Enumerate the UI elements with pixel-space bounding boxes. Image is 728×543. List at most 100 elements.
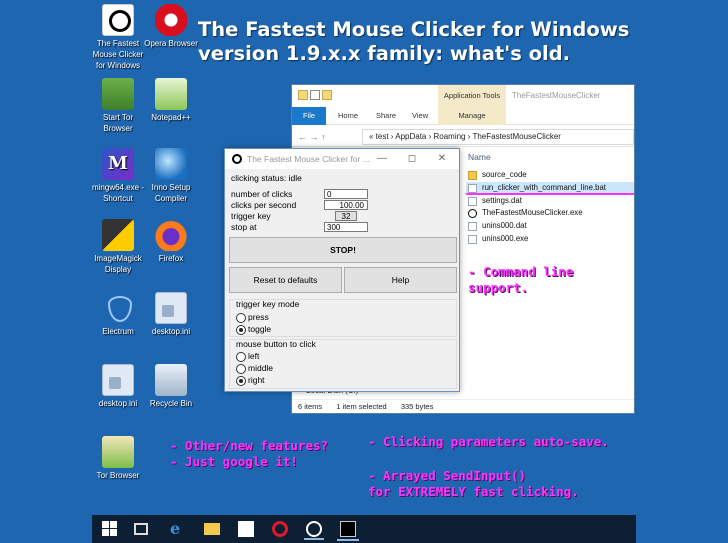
explorer-window-title: TheFastestMouseClicker — [512, 91, 601, 100]
stop-at-field[interactable]: 300 — [324, 222, 368, 232]
notepad-icon — [155, 78, 187, 110]
radio-press[interactable]: press — [236, 312, 269, 323]
minimize-icon[interactable]: — — [375, 152, 389, 166]
tor-browser-icon — [102, 436, 134, 468]
param-label: number of clicks — [231, 189, 293, 199]
desktop-icon-notepad[interactable]: Notepad++ — [142, 78, 200, 123]
task-view-icon[interactable] — [134, 523, 148, 535]
note-line: - Other/new features? — [170, 438, 329, 453]
trigger-key-button[interactable]: 32 — [335, 211, 357, 221]
file-row[interactable]: settings.dat — [466, 195, 634, 208]
recycle-bin-icon — [155, 364, 187, 396]
dialog-title: The Fastest Mouse Clicker for ... — [247, 154, 370, 164]
maximize-icon[interactable]: ◻ — [405, 152, 419, 166]
note-line: for EXTREMELY fast clicking. — [368, 484, 579, 499]
address-bar[interactable]: « test › AppData › Roaming › TheFastestM… — [362, 129, 634, 145]
file-name: unins000.dat — [482, 221, 527, 231]
desktop-icon-label: Firefox — [158, 254, 184, 263]
command-prompt-icon[interactable] — [337, 521, 359, 541]
reset-to-defaults-button[interactable]: Reset to defaults — [229, 267, 342, 293]
desktop-icon-inno-setup[interactable]: Inno Setup Compiler — [142, 148, 200, 204]
desktop-icon-label: Recycle Bin — [149, 399, 193, 408]
tab-manage[interactable]: Manage — [438, 107, 506, 125]
desktop-icon-electrum[interactable]: Electrum — [89, 292, 147, 337]
param-row: trigger key 32 — [229, 211, 453, 222]
desktop-icon-recycle-bin[interactable]: Recycle Bin — [142, 364, 200, 409]
column-header-name[interactable]: Name — [468, 152, 491, 162]
firefox-icon — [155, 219, 187, 251]
store-icon[interactable] — [238, 521, 254, 537]
radio-toggle[interactable]: toggle — [236, 324, 271, 335]
start-button-windows-icon[interactable] — [102, 521, 118, 537]
file-name: settings.dat — [482, 195, 522, 205]
folder-icon[interactable] — [298, 90, 308, 100]
desktop-icon-label: ImageMagick Display — [94, 254, 142, 274]
note-line: support. — [468, 280, 529, 295]
desktop-icon-firefox[interactable]: Firefox — [142, 219, 200, 264]
desktop-icon-mingw[interactable]: M mingw64.exe - Shortcut — [89, 148, 147, 204]
mouse-clicker-taskbar-icon[interactable] — [304, 521, 324, 540]
dialog-title-bar[interactable]: The Fastest Mouse Clicker for ... — ◻ ✕ — [225, 149, 459, 169]
number-of-clicks-field[interactable]: 0 — [324, 189, 368, 199]
file-explorer-icon[interactable] — [204, 523, 220, 535]
desktop-icon-imagemagick[interactable]: ImageMagick Display — [89, 219, 147, 275]
clicker-dialog[interactable]: The Fastest Mouse Clicker for ... — ◻ ✕ … — [224, 148, 460, 392]
tab-view[interactable]: View — [412, 107, 428, 125]
batch-file-icon — [468, 183, 477, 193]
file-icon — [468, 196, 477, 206]
msys-icon: M — [102, 148, 134, 180]
note-other-features: - Other/new features? - Just google it! — [170, 438, 328, 470]
folder-icon — [468, 171, 477, 180]
mouse-clicker-icon — [102, 4, 134, 36]
desktop-icon-desktop-ini[interactable]: desktop.ini — [142, 292, 200, 337]
desktop-icon-opera[interactable]: Opera Browser — [142, 4, 200, 49]
explorer-title-bar[interactable]: Application Tools TheFastestMouseClicker — [292, 85, 634, 107]
file-row[interactable]: run_clicker_with_command_line.bat — [466, 181, 634, 195]
note-line: - Arrayed SendInput() — [368, 468, 527, 483]
radio-left[interactable]: left — [236, 351, 259, 362]
file-name: TheFastestMouseClicker.exe — [482, 208, 583, 218]
close-icon[interactable]: ✕ — [435, 152, 449, 166]
tab-share[interactable]: Share — [376, 107, 396, 125]
mouse-clicker-icon — [232, 154, 242, 164]
note-line: - Command line — [468, 264, 574, 279]
desktop-icon-start-tor[interactable]: Start Tor Browser — [89, 78, 147, 134]
file-row[interactable]: TheFastestMouseClicker.exe — [466, 207, 634, 220]
param-row: clicks per second 100.00 — [229, 200, 453, 211]
inno-setup-icon — [155, 148, 187, 180]
file-row[interactable]: unins000.dat — [466, 220, 634, 233]
status-selected: 1 item selected — [336, 402, 387, 411]
desktop-icon-mouse-clicker[interactable]: The Fastest Mouse Clicker for Windows — [89, 4, 147, 71]
param-row: number of clicks 0 — [229, 189, 453, 200]
folder-icon[interactable] — [322, 90, 332, 100]
stop-button[interactable]: STOP! — [229, 237, 457, 263]
edge-browser-icon[interactable]: e — [170, 521, 186, 537]
file-row[interactable]: source_code — [466, 169, 634, 182]
clicking-status: clicking status: idle — [231, 173, 302, 183]
desktop-icon-label: Tor Browser — [96, 471, 140, 480]
checkbox-icon[interactable] — [310, 90, 320, 100]
desktop-icon-tor-browser[interactable]: Tor Browser — [89, 436, 147, 481]
headline-line-2: version 1.9.x.x family: what's old. — [198, 42, 571, 65]
note-command-line: - Command line support. — [468, 264, 573, 296]
param-row: stop at 300 — [229, 222, 453, 233]
opera-icon — [155, 4, 187, 36]
group-title: trigger key mode — [236, 299, 300, 309]
desktop-icon-desktop-ini[interactable]: desktop.ini — [89, 364, 147, 409]
electrum-icon — [102, 292, 134, 324]
radio-middle[interactable]: middle — [236, 363, 273, 374]
desktop-icon-label: Inno Setup Compiler — [151, 183, 191, 203]
navigation-arrows-icon[interactable]: ← → ↑ — [292, 129, 358, 145]
group-title: mouse button to click — [236, 339, 316, 349]
opera-icon[interactable] — [272, 521, 288, 537]
tab-file[interactable]: File — [292, 107, 326, 125]
tab-home[interactable]: Home — [338, 107, 358, 125]
radio-right[interactable]: right — [236, 375, 265, 386]
parameters: number of clicks 0 clicks per second 100… — [229, 189, 453, 233]
file-row[interactable]: unins000.exe — [466, 233, 634, 246]
note-autosave: - Clicking parameters auto-save. — [368, 434, 609, 449]
help-button[interactable]: Help — [344, 267, 457, 293]
clicks-per-second-field[interactable]: 100.00 — [324, 200, 368, 210]
quick-access-toolbar[interactable] — [298, 90, 346, 102]
context-tab-header: Application Tools — [438, 85, 506, 107]
